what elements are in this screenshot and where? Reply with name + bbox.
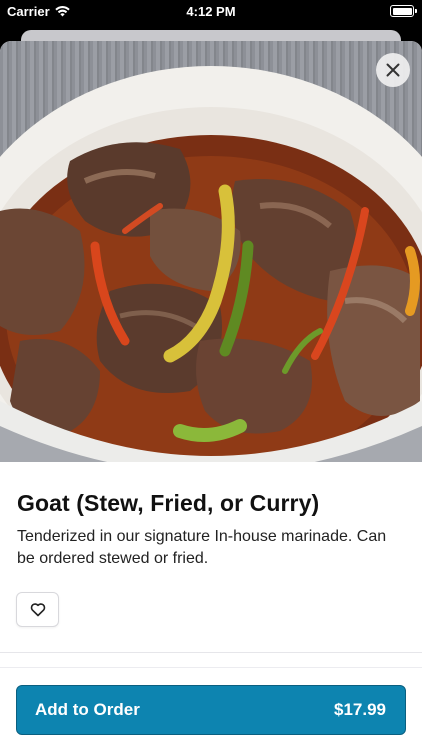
food-photo-illustration bbox=[0, 66, 422, 462]
item-description: Tenderized in our signature In-house mar… bbox=[17, 528, 387, 567]
battery-level bbox=[392, 7, 412, 15]
close-button[interactable] bbox=[376, 53, 410, 87]
battery-icon bbox=[390, 5, 417, 17]
favorite-button[interactable] bbox=[16, 592, 59, 627]
section-divider bbox=[0, 652, 422, 653]
add-to-order-button[interactable]: Add to Order $17.99 bbox=[16, 685, 406, 735]
item-price: $17.99 bbox=[334, 700, 386, 719]
status-time: 4:12 PM bbox=[186, 4, 236, 19]
status-bar: Carrier 4:12 PM bbox=[0, 0, 422, 24]
order-footer: Add to Order $17.99 bbox=[0, 667, 422, 750]
item-detail-sheet: Goat (Stew, Fried, or Curry) Tenderized … bbox=[0, 41, 422, 750]
app-screen: Carrier 4:12 PM Goat (Stew, Fried, or Cu… bbox=[0, 0, 422, 750]
item-title: Goat (Stew, Fried, or Curry) bbox=[17, 490, 320, 516]
item-image bbox=[0, 41, 422, 462]
add-to-order-label: Add to Order bbox=[35, 700, 140, 719]
close-icon bbox=[386, 63, 400, 77]
heart-icon bbox=[30, 603, 45, 617]
